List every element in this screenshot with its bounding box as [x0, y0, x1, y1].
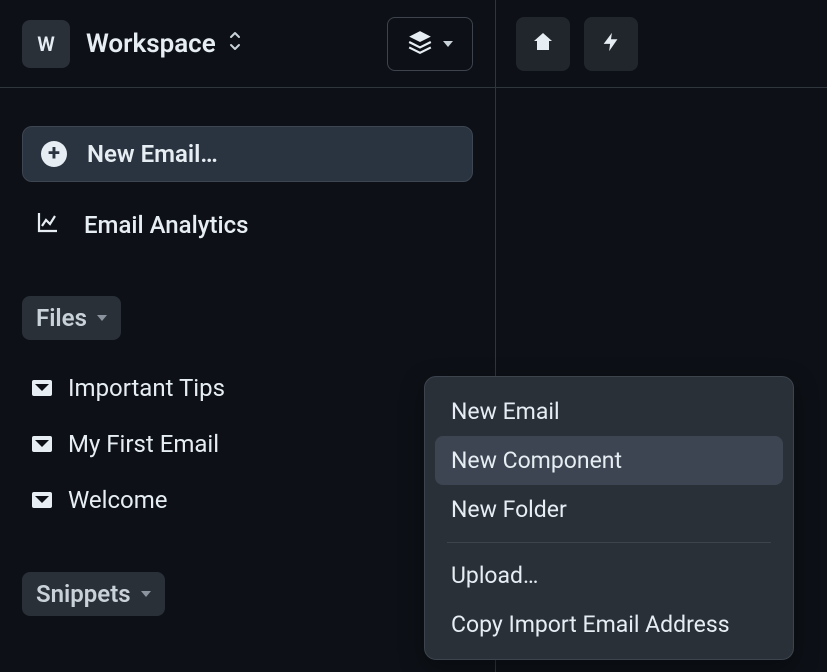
- context-menu: New Email New Component New Folder Uploa…: [424, 376, 794, 660]
- file-item[interactable]: Welcome: [22, 472, 473, 528]
- sort-updown-icon: [226, 29, 244, 59]
- snippets-header-label: Snippets: [36, 580, 131, 608]
- envelope-icon: [32, 380, 52, 396]
- triangle-down-icon: [97, 315, 107, 321]
- chart-icon: [36, 210, 60, 240]
- envelope-icon: [32, 436, 52, 452]
- menu-item-new-component[interactable]: New Component: [435, 436, 783, 485]
- workspace-name: Workspace: [86, 29, 216, 59]
- lightning-button[interactable]: [584, 17, 638, 71]
- menu-item-copy-import-address[interactable]: Copy Import Email Address: [435, 600, 783, 649]
- home-icon: [531, 30, 555, 58]
- top-bar-right: [496, 0, 827, 87]
- files-section-header[interactable]: Files: [22, 296, 121, 340]
- workspace-avatar[interactable]: W: [22, 20, 70, 68]
- file-list: Important Tips My First Email Welcome: [22, 360, 473, 528]
- file-name: My First Email: [68, 430, 219, 458]
- menu-divider: [447, 542, 771, 543]
- sidebar: + New Email… Email Analytics Files Impor…: [0, 88, 496, 672]
- file-name: Important Tips: [68, 374, 225, 402]
- files-header-label: Files: [36, 304, 87, 332]
- workspace-switcher[interactable]: Workspace: [86, 29, 244, 59]
- plus-circle-icon: +: [41, 141, 67, 167]
- top-bar: W Workspace: [0, 0, 827, 88]
- file-item[interactable]: Important Tips: [22, 360, 473, 416]
- layers-icon: [407, 29, 433, 59]
- new-email-label: New Email…: [87, 140, 218, 168]
- email-analytics-button[interactable]: Email Analytics: [22, 182, 473, 240]
- menu-item-upload[interactable]: Upload…: [435, 551, 783, 600]
- new-email-button[interactable]: + New Email…: [22, 126, 473, 182]
- chevron-down-icon: [443, 41, 453, 47]
- triangle-down-icon: [141, 591, 151, 597]
- menu-item-new-email[interactable]: New Email: [435, 387, 783, 436]
- file-item[interactable]: My First Email: [22, 416, 473, 472]
- analytics-label: Email Analytics: [84, 211, 248, 239]
- top-bar-left: W Workspace: [0, 0, 496, 87]
- menu-item-new-folder[interactable]: New Folder: [435, 485, 783, 534]
- file-name: Welcome: [68, 486, 168, 514]
- lightning-icon: [600, 30, 622, 58]
- snippets-section-header[interactable]: Snippets: [22, 572, 165, 616]
- home-button[interactable]: [516, 17, 570, 71]
- layers-dropdown-button[interactable]: [387, 17, 473, 71]
- envelope-icon: [32, 492, 52, 508]
